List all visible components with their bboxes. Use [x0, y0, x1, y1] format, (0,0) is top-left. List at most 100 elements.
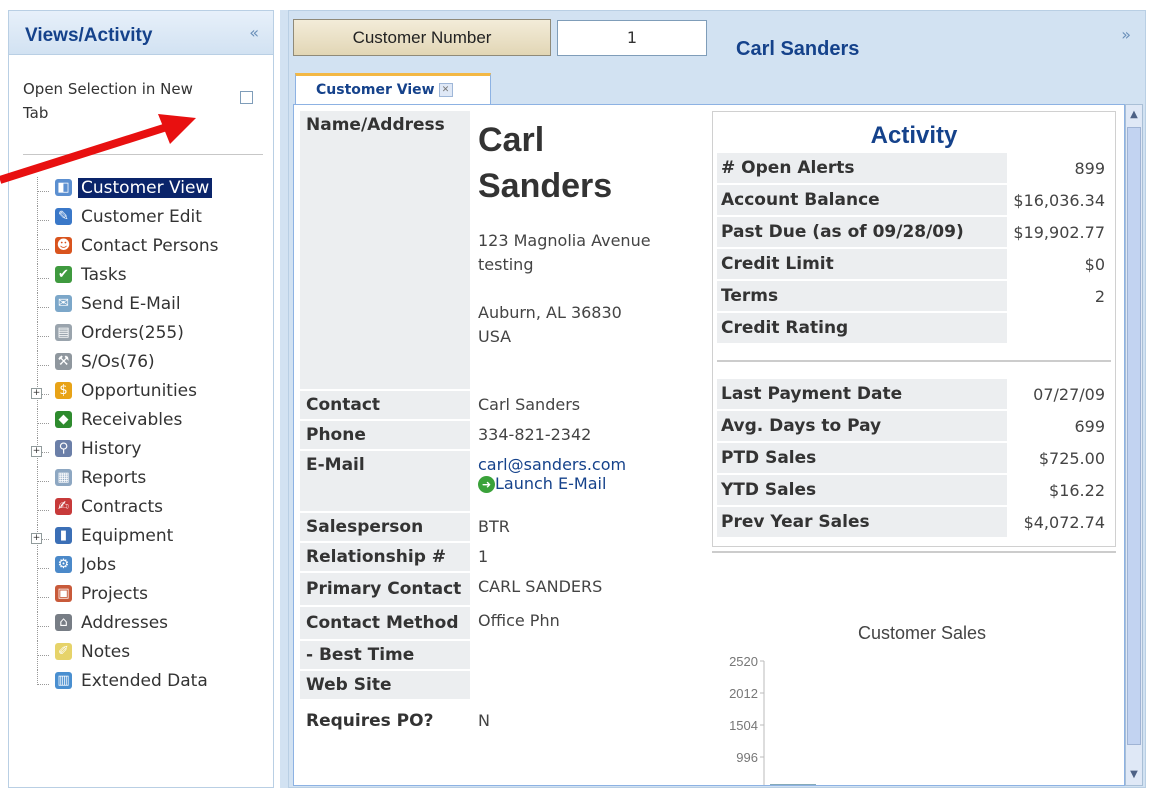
tree-line	[37, 307, 49, 308]
tree-line	[37, 684, 49, 685]
activity-row: Last Payment Date 07/27/09	[717, 378, 1111, 410]
customer-name-heading: Carl Sanders	[736, 38, 860, 60]
expand-node-icon[interactable]: +	[31, 533, 42, 544]
y-tick-label: 2012	[729, 686, 758, 701]
detail-row: Web Site	[300, 671, 702, 701]
expand-node-icon[interactable]: +	[31, 388, 42, 399]
sidebar-item[interactable]: + ▮ Equipment	[29, 525, 222, 554]
name-address-value: Carl Sanders 123 Magnolia Avenue testing…	[470, 111, 702, 389]
orders-icon: ▤	[55, 324, 72, 341]
history-icon: ⚲	[55, 440, 72, 457]
tree-line	[37, 249, 49, 250]
reports-icon: ▦	[55, 469, 72, 486]
scroll-up-icon[interactable]: ▲	[1126, 105, 1142, 125]
sidebar-item[interactable]: ☻ Contact Persons	[29, 235, 222, 264]
chart-canvas: Customer Sales48899615042012252001/1012/…	[729, 623, 986, 786]
sidebar-item[interactable]: ✔ Tasks	[29, 264, 222, 293]
open-in-new-tab-checkbox[interactable]	[240, 91, 253, 104]
chart-title: Customer Sales	[858, 623, 986, 643]
activity-group-balances: # Open Alerts 899 Account Balance $16,036.3…	[717, 152, 1111, 344]
scroll-thumb[interactable]	[1127, 127, 1141, 745]
email-value: carl@sanders.com ➜ Launch E-Mail	[470, 451, 702, 511]
tree-line	[37, 510, 49, 511]
activity-row: Terms 2	[717, 280, 1111, 312]
activity-value: $19,902.77	[1013, 222, 1105, 242]
sidebar-item[interactable]: ✎ Customer Edit	[29, 206, 222, 235]
activity-row: YTD Sales $16.22	[717, 474, 1111, 506]
sidebar-item[interactable]: ⚒ S/Os(76)	[29, 351, 222, 380]
customer-number-button[interactable]: Customer Number	[293, 19, 551, 56]
sidebar-item[interactable]: ▣ Projects	[29, 583, 222, 612]
sidebar-item-label: Contracts	[81, 496, 163, 517]
scroll-down-icon[interactable]: ▼	[1126, 765, 1142, 785]
sidebar-item[interactable]: ⚙ Jobs	[29, 554, 222, 583]
activity-row: Prev Year Sales $4,072.74	[717, 506, 1111, 538]
activity-row: # Open Alerts 899	[717, 152, 1111, 184]
detail-label: Primary Contact	[300, 573, 470, 605]
projects-icon: ▣	[55, 585, 72, 602]
detail-value: N	[478, 711, 490, 730]
activity-label: PTD Sales	[717, 443, 1007, 473]
main-panel: Customer Number 1 Carl Sanders » Custome…	[288, 10, 1146, 788]
sidebar-item-label: Customer Edit	[81, 206, 202, 227]
activity-row: Avg. Days to Pay 699	[717, 410, 1111, 442]
sidebar-item[interactable]: + $ Opportunities	[29, 380, 222, 409]
sidebar-item[interactable]: ◆ Receivables	[29, 409, 222, 438]
launch-email-link[interactable]: Launch E-Mail	[495, 474, 606, 493]
collapse-icon[interactable]: «	[249, 23, 259, 42]
sidebar-item[interactable]: ⌂ Addresses	[29, 612, 222, 641]
tree-line	[37, 626, 49, 627]
detail-value: Carl Sanders	[478, 395, 581, 414]
expand-icon[interactable]: »	[1121, 25, 1131, 44]
detail-row: Phone 334-821-2342	[300, 421, 702, 451]
detail-row: Relationship # 1	[300, 543, 702, 573]
sidebar-item-label: Addresses	[81, 612, 169, 633]
launch-email-icon[interactable]: ➜	[478, 476, 495, 493]
activity-label: Account Balance	[717, 185, 1007, 215]
customer-view-content: Name/Address Carl Sanders 123 Magnolia A…	[293, 104, 1125, 786]
sidebar-item-label: Send E-Mail	[81, 293, 181, 314]
sidebar-item-label: Notes	[81, 641, 131, 662]
email-icon: ✉	[55, 295, 72, 312]
activity-row: Account Balance $16,036.34	[717, 184, 1111, 216]
customer-number-input[interactable]: 1	[557, 20, 707, 56]
vertical-scrollbar[interactable]: ▲ ▼	[1125, 104, 1143, 786]
tab-customer-view[interactable]: Customer View ✕	[295, 73, 491, 104]
tree-line	[37, 191, 49, 192]
sidebar-item[interactable]: ✉ Send E-Mail	[29, 293, 222, 322]
activity-label: Prev Year Sales	[717, 507, 1007, 537]
sidebar-item[interactable]: ▥ Extended Data	[29, 670, 222, 699]
activity-value: $0	[1084, 254, 1105, 274]
detail-row: Requires PO? N	[300, 707, 702, 737]
sidebar-item-label: History	[81, 438, 142, 459]
address-line1: 123 Magnolia Avenue	[478, 231, 651, 250]
detail-row: - Best Time	[300, 641, 702, 671]
activity-value: 899	[1074, 158, 1105, 178]
email-link[interactable]: carl@sanders.com	[478, 455, 626, 474]
sidebar-item[interactable]: ✐ Notes	[29, 641, 222, 670]
y-tick-label: 1504	[729, 718, 758, 733]
activity-label: Last Payment Date	[717, 379, 1007, 409]
activity-box: Activity # Open Alerts 899 Account Balance…	[712, 111, 1116, 547]
sidebar-item[interactable]: ▤ Orders(255)	[29, 322, 222, 351]
sidebar-item-label: Opportunities	[81, 380, 197, 401]
chart-bar	[770, 784, 816, 785]
sidebar-item[interactable]: ✍ Contracts	[29, 496, 222, 525]
activity-label: Credit Limit	[717, 249, 1007, 279]
address-city: Auburn, AL 36830	[478, 303, 622, 322]
equipment-icon: ▮	[55, 527, 72, 544]
detail-row: Contact Method Office Phn	[300, 607, 702, 641]
contracts-icon: ✍	[55, 498, 72, 515]
sidebar-item[interactable]: + ⚲ History	[29, 438, 222, 467]
customer-first-name: Carl	[478, 121, 545, 159]
activity-value: $16.22	[1049, 480, 1105, 500]
y-tick-label: 488	[736, 782, 758, 786]
sidebar-item-label: Equipment	[81, 525, 174, 546]
activity-row: Credit Limit $0	[717, 248, 1111, 280]
detail-label: Web Site	[300, 671, 470, 699]
detail-label: Contact	[300, 391, 470, 419]
sidebar-item[interactable]: ▦ Reports	[29, 467, 222, 496]
splitter[interactable]	[280, 10, 288, 788]
close-tab-icon[interactable]: ✕	[438, 83, 453, 97]
expand-node-icon[interactable]: +	[31, 446, 42, 457]
